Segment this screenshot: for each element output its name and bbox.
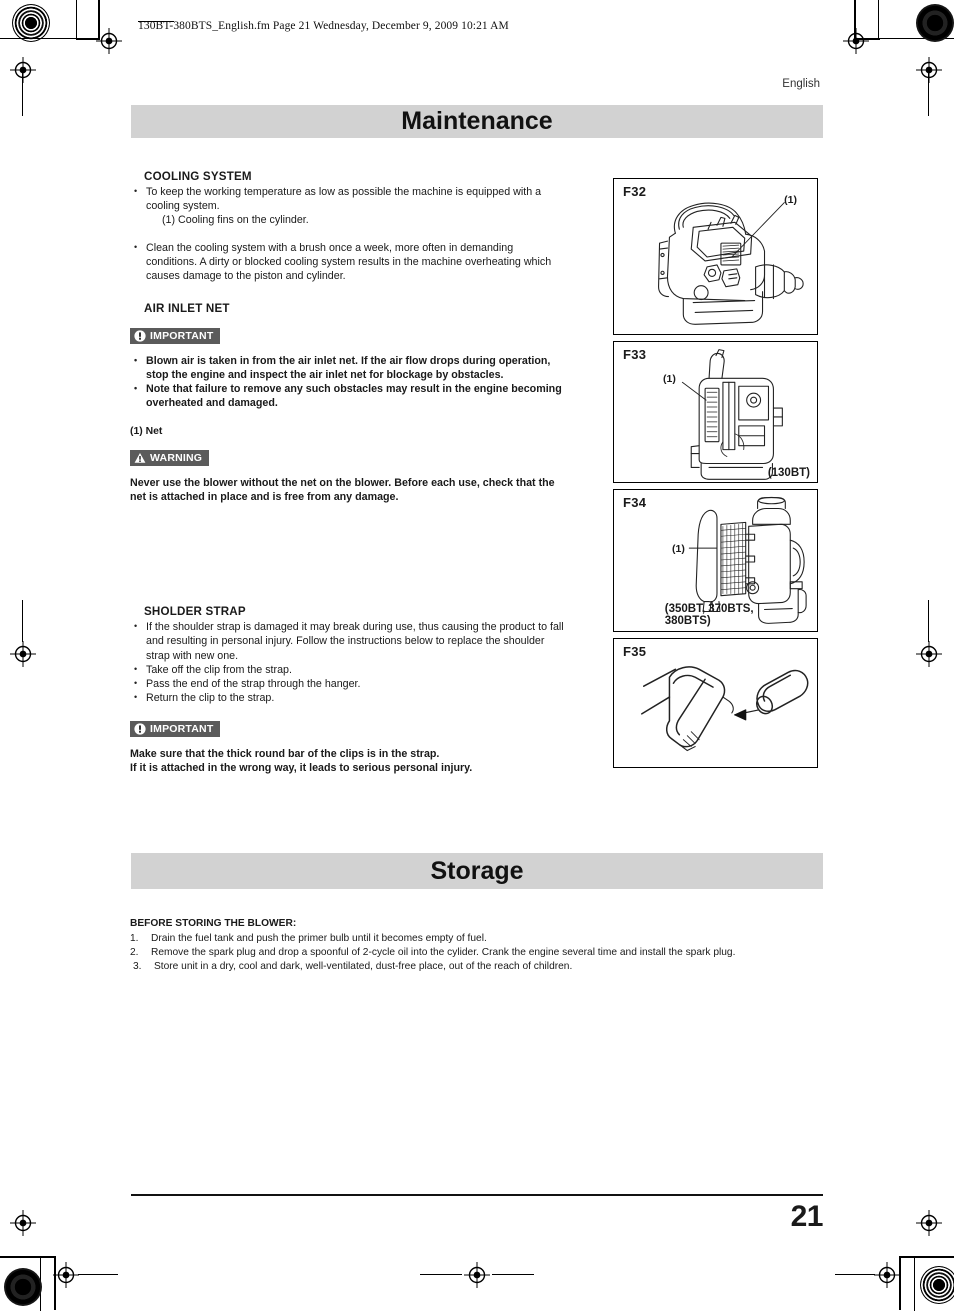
shoulder-strap-important-line-2: If it is attached in the wrong way, it l…	[130, 762, 473, 775]
list-item: Pass the end of the strap through the ha…	[130, 676, 567, 691]
important-badge-label: IMPORTANT	[150, 722, 214, 735]
cooling-bullets-primary: To keep the working temperature as low a…	[130, 184, 567, 213]
figure-f34-callout: (1)	[672, 543, 685, 555]
shoulder-strap-bullets: If the shoulder strap is damaged it may …	[130, 619, 567, 705]
net-callout-label: (1) Net	[130, 425, 163, 437]
page-number: 21	[790, 1200, 824, 1233]
figure-f34: F34 (1) (350BT, 370BTS, 380BTS)	[613, 489, 818, 632]
warning-badge-label: WARNING	[150, 451, 203, 464]
cooling-sub-note: (1) Cooling fins on the cylinder.	[162, 214, 309, 227]
storage-steps: 1. Drain the fuel tank and push the prim…	[130, 932, 830, 975]
footer-rule	[131, 1194, 823, 1196]
list-item: 2. Remove the spark plug and drop a spoo…	[130, 946, 830, 960]
list-item: If the shoulder strap is damaged it may …	[130, 619, 567, 662]
section-title-storage: Storage	[430, 857, 524, 885]
figure-f33-callout: (1)	[663, 373, 676, 385]
warning-text-air-inlet: Never use the blower without the net on …	[130, 476, 555, 504]
list-item: 1. Drain the fuel tank and push the prim…	[130, 932, 830, 946]
list-item: Blown air is taken in from the air inlet…	[130, 353, 567, 383]
list-item: Return the clip to the strap.	[130, 690, 567, 705]
figure-f32: F32 (1)	[613, 178, 818, 335]
section-title-maintenance: Maintenance	[401, 107, 553, 135]
important-badge-air-inlet: IMPORTANT	[130, 327, 567, 347]
list-item: To keep the working temperature as low a…	[130, 184, 567, 213]
heading-air-inlet-net: AIR INLET NET	[144, 301, 230, 315]
heading-cooling-system: COOLING SYSTEM	[144, 170, 252, 183]
air-inlet-important-bullets: Blown air is taken in from the air inlet…	[130, 353, 567, 411]
list-item: Take off the clip from the strap.	[130, 662, 567, 677]
figure-id-f33: F33	[623, 347, 647, 362]
storage-content: BEFORE STORING THE BLOWER: 1. Drain the …	[130, 918, 830, 975]
section-header-maintenance: Maintenance	[131, 105, 823, 138]
figure-id-f34: F34	[623, 495, 647, 510]
step-number: 1.	[130, 933, 139, 944]
warning-triangle-icon	[134, 452, 146, 464]
figure-f33-model-label: (130BT)	[767, 467, 810, 479]
list-item: 3. Store unit in a dry, cool and dark, w…	[130, 960, 830, 974]
section-header-storage: Storage	[131, 853, 823, 889]
important-badge-shoulder-strap: IMPORTANT	[130, 720, 567, 740]
list-item: Clean the cooling system with a brush on…	[130, 240, 567, 283]
storage-heading: BEFORE STORING THE BLOWER:	[130, 918, 297, 929]
warning-badge-air-inlet: WARNING	[130, 449, 567, 469]
heading-sholder-strap: SHOLDER STRAP	[144, 605, 246, 619]
language-label: English	[782, 78, 820, 90]
figure-column: F32 (1) F33 (1) (130BT) F34 (1) (350BT, …	[613, 178, 818, 774]
figure-f32-callout: (1)	[784, 194, 797, 206]
step-number: 2.	[130, 947, 139, 959]
left-text-column: COOLING SYSTEM To keep the working tempe…	[130, 170, 567, 776]
exclamation-circle-icon	[134, 329, 146, 342]
step-number: 3.	[133, 961, 142, 973]
list-item: Note that failure to remove any such obs…	[130, 381, 567, 411]
figure-id-f35: F35	[623, 644, 647, 659]
figure-f35: F35	[613, 638, 818, 768]
step-text: Drain the fuel tank and push the primer …	[151, 933, 487, 944]
page-content: English Maintenance COOLING SYSTEM To ke…	[0, 0, 954, 1308]
figure-id-f32: F32	[623, 184, 647, 199]
figure-f33-illustration	[681, 349, 783, 480]
step-text: Remove the spark plug and drop a spoonfu…	[151, 947, 736, 959]
step-text: Store unit in a dry, cool and dark, well…	[154, 961, 573, 973]
exclamation-circle-icon	[134, 723, 146, 735]
cooling-bullets-secondary: Clean the cooling system with a brush on…	[130, 240, 567, 283]
figure-f34-model-label: (350BT, 370BTS, 380BTS)	[664, 603, 754, 627]
shoulder-strap-important-line-1: Make sure that the thick round bar of th…	[130, 747, 440, 760]
figure-f33: F33 (1) (130BT)	[613, 341, 818, 483]
important-badge-label: IMPORTANT	[150, 329, 214, 342]
